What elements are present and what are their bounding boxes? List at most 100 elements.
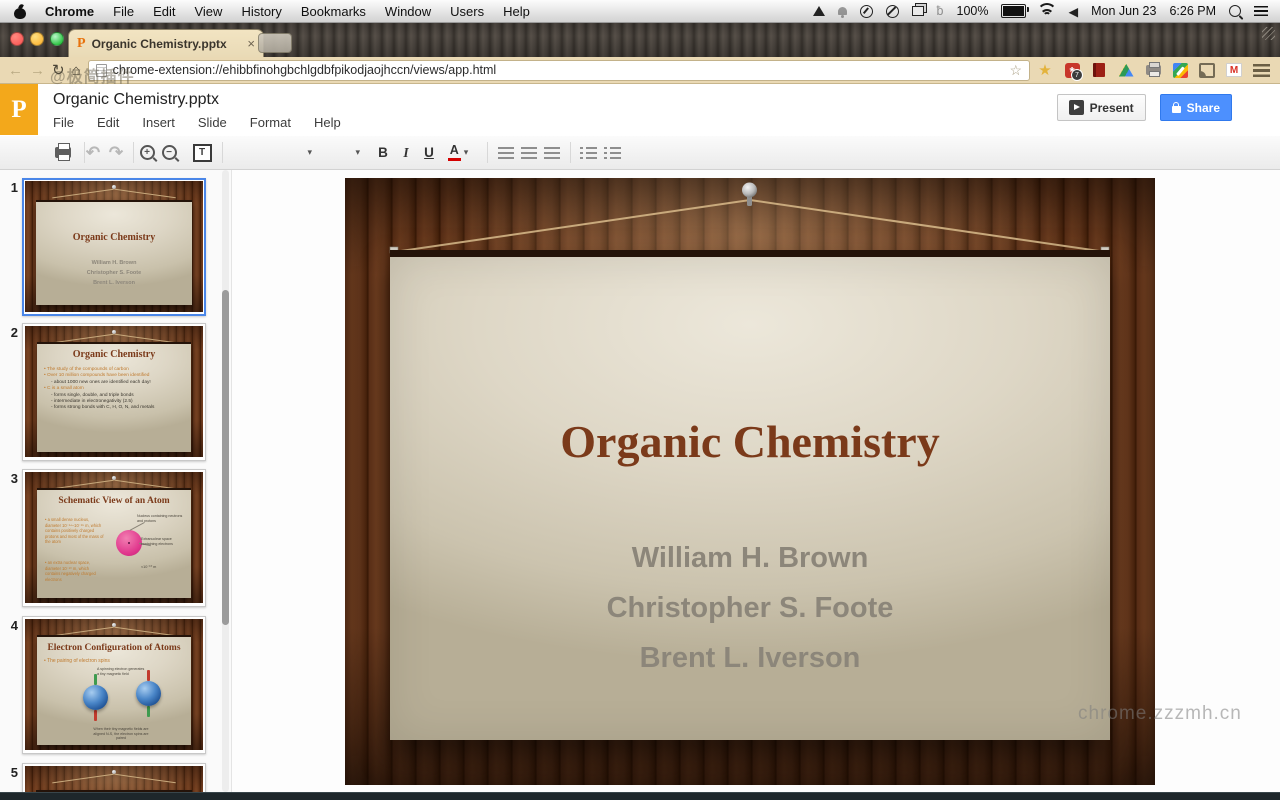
menu-edit[interactable]: Edit xyxy=(97,115,119,130)
share-button[interactable]: Share xyxy=(1160,94,1232,121)
bold-button[interactable]: B xyxy=(372,136,394,169)
zoom-in-button[interactable]: + xyxy=(136,136,158,169)
drive-extension-icon[interactable] xyxy=(1118,62,1134,78)
menu-slide[interactable]: Slide xyxy=(198,115,227,130)
font-family-dropdown[interactable]: ▾ xyxy=(228,136,312,169)
electron-sphere xyxy=(83,685,108,710)
play-icon xyxy=(1069,100,1084,115)
thumb-slide-title: Schematic View of an Atom xyxy=(37,496,191,506)
star-extension-icon[interactable]: ★ xyxy=(1037,62,1053,78)
menubar-item-edit[interactable]: Edit xyxy=(153,4,175,19)
volume-icon[interactable]: ◀ xyxy=(1068,3,1078,19)
slide-thumbnail-1[interactable]: Organic Chemistry William H. Brown Chris… xyxy=(22,178,206,316)
font-size-dropdown[interactable]: ▾ xyxy=(320,136,360,169)
text-color-button[interactable]: A ▾ xyxy=(445,136,471,169)
align-right-button[interactable] xyxy=(540,136,563,169)
zoom-window-button[interactable] xyxy=(50,32,64,46)
chromecast-icon[interactable] xyxy=(1199,62,1215,78)
menu-format[interactable]: Format xyxy=(250,115,291,130)
thumb-authors: William H. Brown Christopher S. Foote Br… xyxy=(36,258,192,288)
drive-status-icon[interactable] xyxy=(813,3,825,19)
slide-canvas-area: Organic Chemistry William H. Brown Chris… xyxy=(233,170,1280,800)
back-button[interactable]: ← xyxy=(8,63,23,78)
chrome-menu-icon[interactable] xyxy=(1253,64,1270,77)
menubar-item-window[interactable]: Window xyxy=(385,4,431,19)
new-tab-button[interactable] xyxy=(258,33,292,53)
align-left-button[interactable] xyxy=(494,136,517,169)
bullet-list-button[interactable] xyxy=(600,136,624,169)
dictionary-extension-icon[interactable] xyxy=(1091,62,1107,78)
align-center-button[interactable] xyxy=(517,136,540,169)
menubar-item-chrome[interactable]: Chrome xyxy=(45,4,94,19)
macos-menubar: Chrome File Edit View History Bookmarks … xyxy=(0,0,1280,23)
slide-title-textbox[interactable]: Organic Chemistry xyxy=(390,415,1110,468)
slide-number: 1 xyxy=(4,178,18,316)
menubar-item-view[interactable]: View xyxy=(194,4,222,19)
window-resize-grip[interactable] xyxy=(1262,27,1275,40)
do-not-disturb-icon[interactable] xyxy=(886,3,899,19)
address-bar-input[interactable]: chrome-extension://ehibbfinohgbchlgdbfpi… xyxy=(88,60,1030,81)
apple-menu-icon[interactable] xyxy=(14,4,26,19)
slide-authors-textbox[interactable]: William H. Brown Christopher S. Foote Br… xyxy=(390,533,1110,683)
bluetooth-icon[interactable]: ƀ xyxy=(937,3,944,19)
windows-status-icon[interactable] xyxy=(912,3,924,19)
home-button[interactable]: ⌂ xyxy=(72,63,81,78)
scrollbar-thumb[interactable] xyxy=(222,290,229,625)
battery-percent: 100% xyxy=(957,4,989,18)
spin-note-bottom: When their tiny magnetic fields are alig… xyxy=(89,727,153,741)
author-line: Brent L. Iverson xyxy=(390,633,1110,683)
tab-close-icon[interactable]: × xyxy=(247,36,255,51)
spotlight-search-icon[interactable] xyxy=(1229,3,1241,19)
print-extension-icon[interactable] xyxy=(1145,62,1161,78)
slide-number: 2 xyxy=(4,323,18,461)
arrow-up xyxy=(94,674,97,685)
slide-thumbnail-2[interactable]: Organic Chemistry • The study of the com… xyxy=(22,323,206,461)
menubar-item-history[interactable]: History xyxy=(241,4,281,19)
menubar-item-help[interactable]: Help xyxy=(503,4,530,19)
print-button[interactable] xyxy=(52,136,74,169)
redo-button[interactable]: ↷ xyxy=(105,136,127,169)
forward-button[interactable]: → xyxy=(30,63,45,78)
slide-thumbnail-3[interactable]: Schematic View of an Atom • a small dens… xyxy=(22,469,206,607)
browser-tab[interactable]: P Organic Chemistry.pptx × xyxy=(68,29,264,57)
slide-surface[interactable]: Organic Chemistry William H. Brown Chris… xyxy=(390,250,1110,740)
minimize-window-button[interactable] xyxy=(30,32,44,46)
notifications-bell-icon[interactable] xyxy=(838,3,847,19)
battery-icon[interactable] xyxy=(1001,3,1026,19)
zoom-out-button[interactable]: − xyxy=(158,136,180,169)
slide-number: 4 xyxy=(4,616,18,754)
reload-button[interactable]: ↻ xyxy=(52,63,65,78)
screenshot-extension-icon[interactable] xyxy=(1172,62,1188,78)
current-slide[interactable]: Organic Chemistry William H. Brown Chris… xyxy=(345,178,1155,785)
menu-file[interactable]: File xyxy=(53,115,74,130)
notification-center-icon[interactable] xyxy=(1254,3,1268,19)
slide-number: 3 xyxy=(4,469,18,607)
underline-button[interactable]: U xyxy=(418,136,440,169)
wifi-icon[interactable] xyxy=(1039,3,1055,19)
menubar-item-file[interactable]: File xyxy=(113,4,134,19)
gmail-extension-icon[interactable]: M xyxy=(1226,62,1242,78)
menubar-item-users[interactable]: Users xyxy=(450,4,484,19)
slide-thumbnail-panel: 1 Organic Chemistry William H. Brown Chr… xyxy=(0,170,232,800)
diameter-formula: ≈10⁻¹⁰ m xyxy=(141,564,156,569)
thumbnail-scrollbar xyxy=(222,170,229,792)
close-window-button[interactable] xyxy=(10,32,24,46)
tab-title: Organic Chemistry.pptx xyxy=(92,37,227,51)
menubar-item-bookmarks[interactable]: Bookmarks xyxy=(301,4,366,19)
present-button[interactable]: Present xyxy=(1057,94,1146,121)
undo-button[interactable]: ↶ xyxy=(82,136,104,169)
slide-thumbnail-4[interactable]: Electron Configuration of Atoms • The pa… xyxy=(22,616,206,754)
password-extension-icon[interactable]: * 7 xyxy=(1064,62,1080,78)
numbered-list-button[interactable] xyxy=(576,136,600,169)
italic-button[interactable]: I xyxy=(395,136,417,169)
menubar-date: Mon Jun 23 xyxy=(1091,4,1156,18)
url-text: chrome-extension://ehibbfinohgbchlgdbfpi… xyxy=(113,63,497,77)
document-title[interactable]: Organic Chemistry.pptx xyxy=(53,91,219,109)
bookmark-star-icon[interactable]: ☆ xyxy=(1009,62,1022,79)
menu-insert[interactable]: Insert xyxy=(142,115,175,130)
thumb-bullets: • The study of the compounds of carbon •… xyxy=(44,367,187,412)
app-header: P Organic Chemistry.pptx File Edit Inser… xyxy=(0,84,1280,137)
menu-help[interactable]: Help xyxy=(314,115,341,130)
compass-status-icon[interactable] xyxy=(860,3,873,19)
text-box-button[interactable]: T xyxy=(189,136,215,169)
